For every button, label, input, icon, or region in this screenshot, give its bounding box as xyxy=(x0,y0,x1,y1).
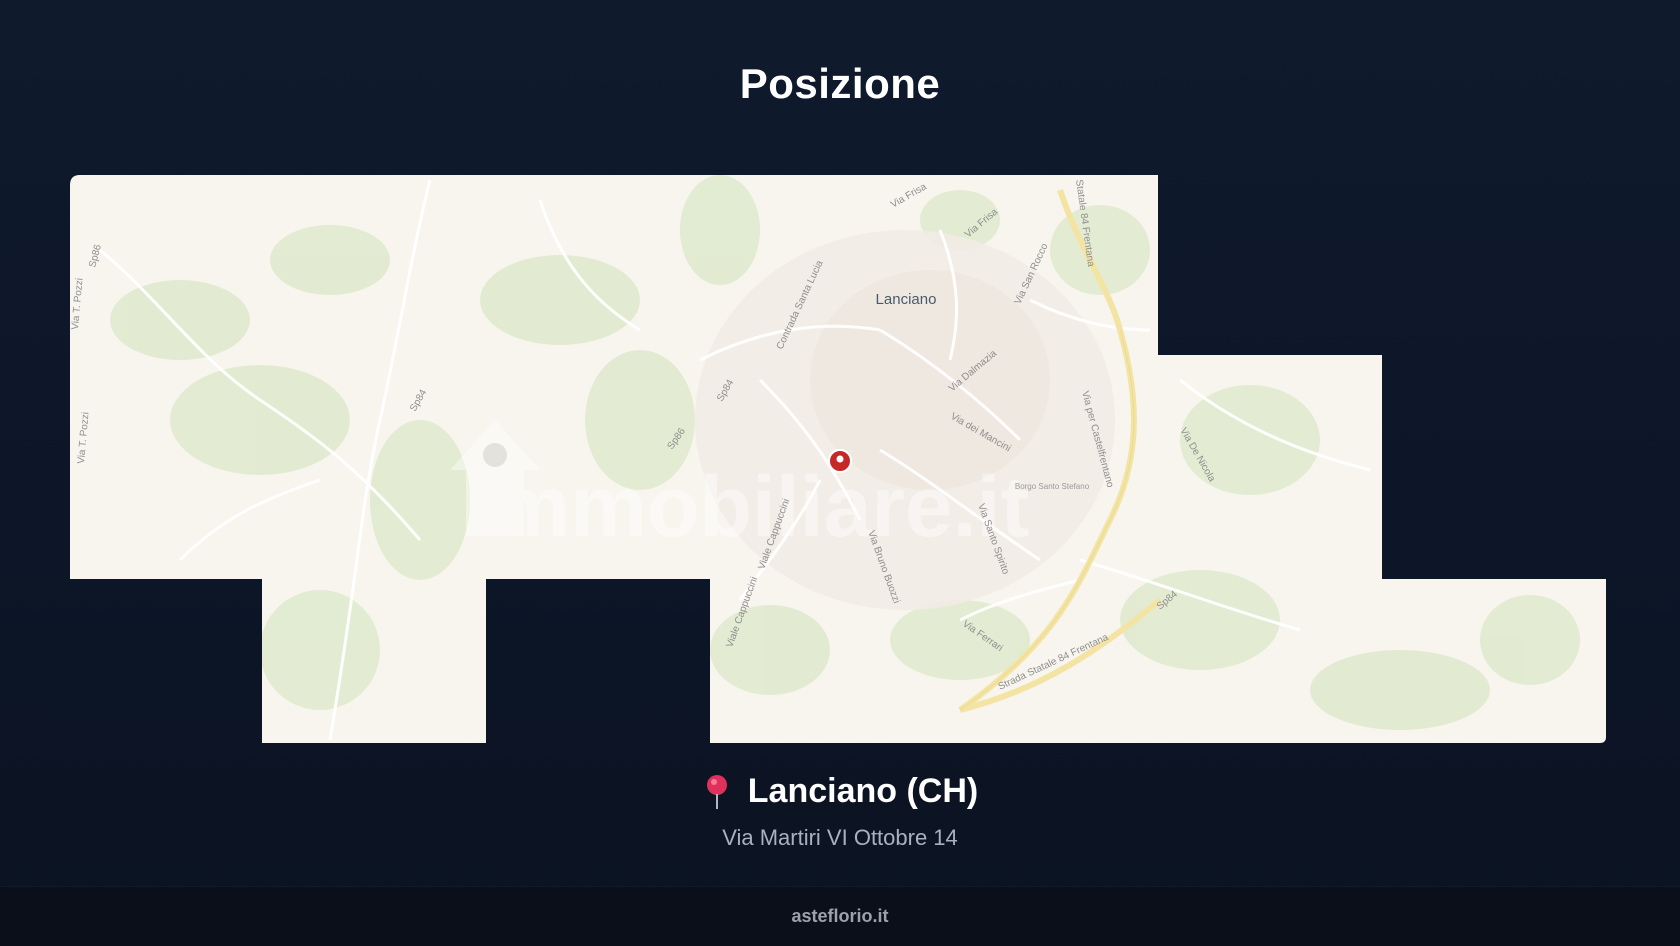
district-label: Borgo Santo Stefano xyxy=(1015,482,1090,491)
address-city-line: Lanciano (CH) xyxy=(702,772,978,811)
location-marker-icon[interactable] xyxy=(828,449,852,473)
footer-site-link[interactable]: asteflorio.it xyxy=(791,906,888,927)
map-tiles: immobiliare.it Via Frisa Via Frisa Stata… xyxy=(70,175,1606,743)
watermark-text: immobiliare.it xyxy=(470,459,1029,555)
place-label-lanciano: Lanciano xyxy=(876,291,937,308)
address-block: Lanciano (CH) Via Martiri VI Ottobre 14 xyxy=(0,772,1680,851)
street-address: Via Martiri VI Ottobre 14 xyxy=(722,824,958,850)
footer: asteflorio.it xyxy=(0,886,1680,946)
map-pin-icon xyxy=(702,774,732,810)
city-label: Lanciano (CH) xyxy=(747,772,979,810)
